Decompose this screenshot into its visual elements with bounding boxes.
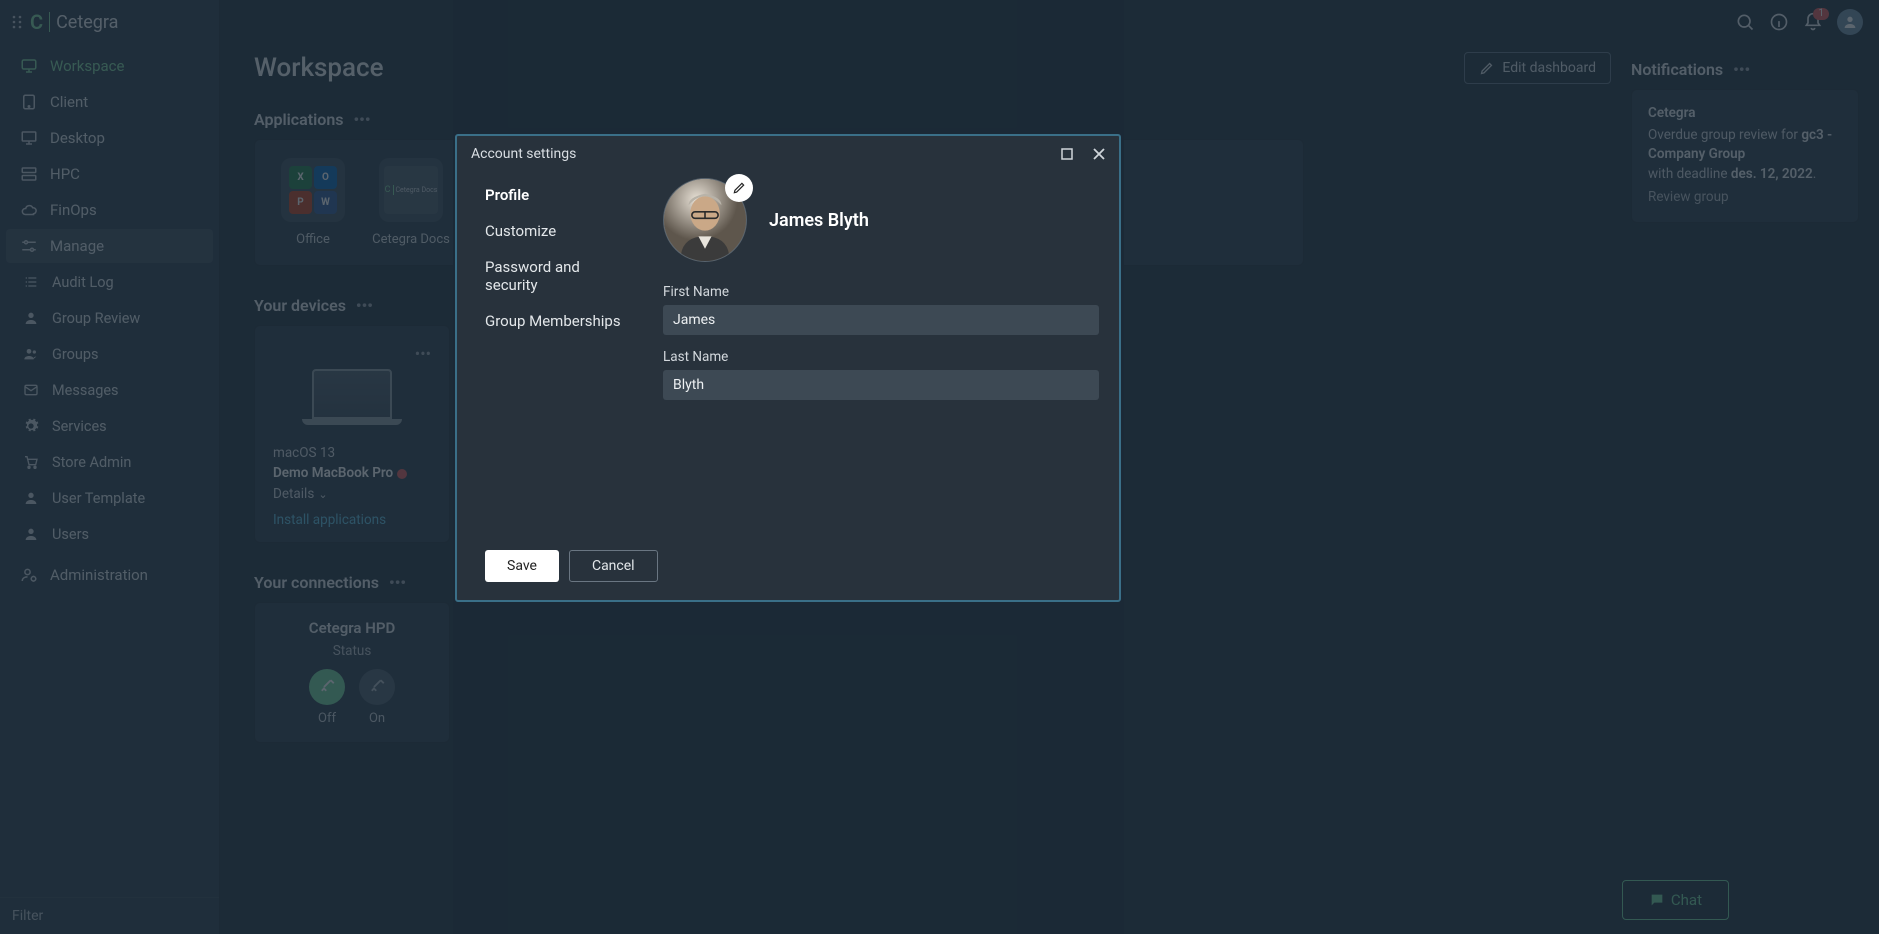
modal-footer: Save Cancel <box>457 550 1119 600</box>
tab-profile[interactable]: Profile <box>485 186 635 204</box>
profile-display-name: James Blyth <box>769 210 869 231</box>
tab-customize[interactable]: Customize <box>485 222 635 240</box>
modal-header: Account settings <box>457 136 1119 170</box>
close-icon[interactable] <box>1093 148 1105 160</box>
avatar-edit-button[interactable] <box>725 174 753 202</box>
profile-row: James Blyth <box>663 178 1099 262</box>
last-name-label: Last Name <box>663 349 1099 365</box>
tab-group-memberships[interactable]: Group Memberships <box>485 312 635 330</box>
last-name-input[interactable] <box>663 370 1099 400</box>
first-name-input[interactable] <box>663 305 1099 335</box>
first-name-label: First Name <box>663 284 1099 300</box>
modal-nav: Profile Customize Password and security … <box>485 178 635 532</box>
modal-title: Account settings <box>471 146 576 162</box>
maximize-icon[interactable] <box>1061 148 1073 160</box>
modal-header-controls <box>1061 148 1105 160</box>
modal-body: Profile Customize Password and security … <box>457 170 1119 550</box>
account-settings-modal: Account settings Profile Customize Passw… <box>455 134 1121 602</box>
modal-content: James Blyth First Name Last Name <box>663 178 1099 532</box>
avatar-wrap <box>663 178 747 262</box>
tab-password-security[interactable]: Password and security <box>485 258 635 294</box>
save-button[interactable]: Save <box>485 550 559 582</box>
cancel-button[interactable]: Cancel <box>569 550 658 582</box>
